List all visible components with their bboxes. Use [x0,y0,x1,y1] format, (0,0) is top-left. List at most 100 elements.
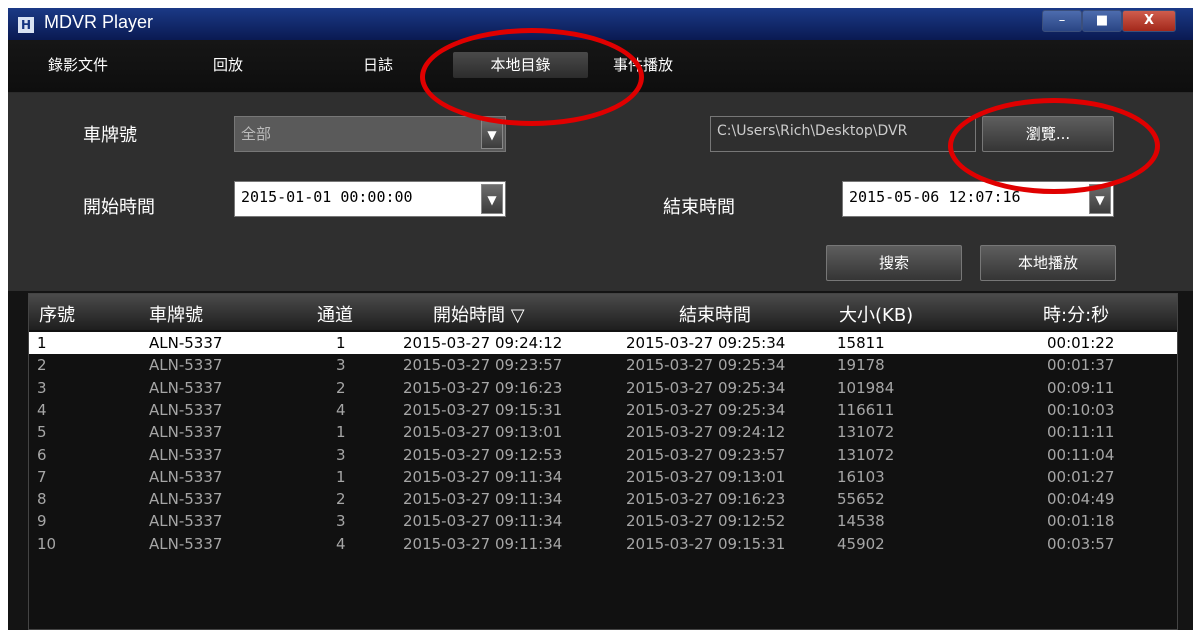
cell-end-time: 2015-03-27 09:16:23 [626,490,786,509]
end-time-label: 結束時間 [663,197,735,218]
cell-plate: ALN-5337 [149,534,223,553]
start-time-field[interactable]: 2015-01-01 00:00:00 ▼ [234,181,506,217]
cell-start-time: 2015-03-27 09:11:34 [403,534,563,553]
cell-duration: 00:01:27 [1047,467,1115,486]
cell-end-time: 2015-03-27 09:15:31 [626,534,786,553]
plate-label: 車牌號 [83,125,137,146]
table-row[interactable]: 10 ALN-5337 4 2015-03-27 09:11:34 2015-03-27… [29,533,1177,555]
cell-index: 5 [37,423,47,442]
minimize-button[interactable]: – [1042,10,1082,32]
table-row[interactable]: 8 ALN-5337 2 2015-03-27 09:11:34 2015-03-27 … [29,488,1177,510]
cell-start-time: 2015-03-27 09:24:12 [403,334,563,352]
cell-end-time: 2015-03-27 09:23:57 [626,445,786,464]
cell-duration: 00:01:37 [1047,356,1115,375]
cell-channel: 1 [336,334,346,352]
cell-duration: 00:01:22 [1047,334,1115,352]
table-row[interactable]: 3 ALN-5337 2 2015-03-27 09:16:23 2015-03-27 … [29,377,1177,399]
title-bar[interactable]: H MDVR Player – ■ X [8,8,1193,40]
col-plate[interactable]: 車牌號 [149,301,203,327]
cell-size: 14538 [837,512,885,531]
close-button[interactable]: X [1122,10,1176,32]
table-row[interactable]: 1 ALN-5337 1 2015-03-27 09:24:12 2015-03-27 … [29,332,1177,354]
cell-end-time: 2015-03-27 09:25:34 [626,378,786,397]
cell-size: 131072 [837,423,895,442]
cell-channel: 4 [336,400,346,419]
local-play-button[interactable]: 本地播放 [980,245,1116,281]
cell-end-time: 2015-03-27 09:25:34 [626,356,786,375]
cell-start-time: 2015-03-27 09:16:23 [403,378,563,397]
table-row[interactable]: 2 ALN-5337 3 2015-03-27 09:23:57 2015-03-27 … [29,354,1177,376]
recordings-table: 序號 車牌號 通道 開始時間 ▽ 結束時間 大小(KB) 時:分:秒 1 ALN-… [28,293,1178,630]
table-row[interactable]: 4 ALN-5337 4 2015-03-27 09:15:31 2015-03-27 … [29,399,1177,421]
cell-start-time: 2015-03-27 09:11:34 [403,490,563,509]
start-time-value: 2015-01-01 00:00:00 [241,188,413,206]
cell-channel: 4 [336,534,346,553]
cell-channel: 1 [336,423,346,442]
cell-duration: 00:11:04 [1047,445,1115,464]
cell-index: 10 [37,534,57,553]
plate-select-value: 全部 [241,125,272,143]
cell-plate: ALN-5337 [149,512,223,531]
cell-index: 3 [37,378,47,397]
cell-end-time: 2015-03-27 09:13:01 [626,467,786,486]
cell-index: 7 [37,467,47,486]
maximize-button[interactable]: ■ [1082,10,1122,32]
cell-plate: ALN-5337 [149,356,223,375]
col-duration[interactable]: 時:分:秒 [1043,301,1109,327]
cell-start-time: 2015-03-27 09:11:34 [403,512,563,531]
search-button[interactable]: 搜索 [826,245,962,281]
cell-size: 19178 [837,356,885,375]
table-row[interactable]: 5 ALN-5337 1 2015-03-27 09:13:01 2015-03-27 … [29,421,1177,443]
cell-start-time: 2015-03-27 09:15:31 [403,400,563,419]
cell-plate: ALN-5337 [149,378,223,397]
cell-size: 55652 [837,490,885,509]
cell-end-time: 2015-03-27 09:25:34 [626,400,786,419]
cell-end-time: 2015-03-27 09:25:34 [626,334,786,352]
cell-index: 9 [37,512,47,531]
cell-plate: ALN-5337 [149,423,223,442]
col-end-time[interactable]: 結束時間 [679,301,751,327]
cell-duration: 00:01:18 [1047,512,1115,531]
table-row[interactable]: 6 ALN-5337 3 2015-03-27 09:12:53 2015-03-27 … [29,444,1177,466]
cell-channel: 3 [336,445,346,464]
cell-start-time: 2015-03-27 09:13:01 [403,423,563,442]
mdvr-window: H MDVR Player – ■ X 錄影文件 回放 日誌 本地目錄 事件播放… [8,8,1193,630]
cell-duration: 00:03:57 [1047,534,1115,553]
cell-end-time: 2015-03-27 09:24:12 [626,423,786,442]
start-time-label: 開始時間 [83,197,155,218]
highlight-ring-browse [948,98,1160,194]
menu-recordings[interactable]: 錄影文件 [38,52,118,78]
col-start-time[interactable]: 開始時間 ▽ [433,301,525,327]
col-channel[interactable]: 通道 [317,301,353,327]
film-icon: H [18,17,34,33]
table-row[interactable]: 9 ALN-5337 3 2015-03-27 09:11:34 2015-03-27 … [29,510,1177,532]
col-size[interactable]: 大小(KB) [839,301,913,327]
chevron-down-icon[interactable]: ▼ [481,184,503,214]
cell-plate: ALN-5337 [149,400,223,419]
cell-channel: 2 [336,490,346,509]
highlight-ring-local-directory [420,28,644,126]
menu-playback[interactable]: 回放 [203,52,253,78]
cell-index: 8 [37,490,47,509]
menu-log[interactable]: 日誌 [353,52,403,78]
cell-size: 16103 [837,467,885,486]
cell-plate: ALN-5337 [149,445,223,464]
cell-index: 1 [37,334,47,352]
col-index[interactable]: 序號 [39,301,75,327]
cell-channel: 1 [336,467,346,486]
cell-size: 116611 [837,400,895,419]
table-row[interactable]: 7 ALN-5337 1 2015-03-27 09:11:34 2015-03-27 … [29,466,1177,488]
directory-path-field[interactable]: C:\Users\Rich\Desktop\DVR [710,116,976,152]
cell-size: 101984 [837,378,895,397]
plate-select[interactable]: 全部 ▼ [234,116,506,152]
cell-channel: 3 [336,356,346,375]
cell-plate: ALN-5337 [149,334,223,352]
cell-index: 4 [37,400,47,419]
cell-duration: 00:04:49 [1047,490,1115,509]
window-title: MDVR Player [44,12,154,32]
cell-index: 2 [37,356,47,375]
cell-channel: 3 [336,512,346,531]
cell-start-time: 2015-03-27 09:11:34 [403,467,563,486]
cell-duration: 00:09:11 [1047,378,1115,397]
end-time-value: 2015-05-06 12:07:16 [849,188,1021,206]
